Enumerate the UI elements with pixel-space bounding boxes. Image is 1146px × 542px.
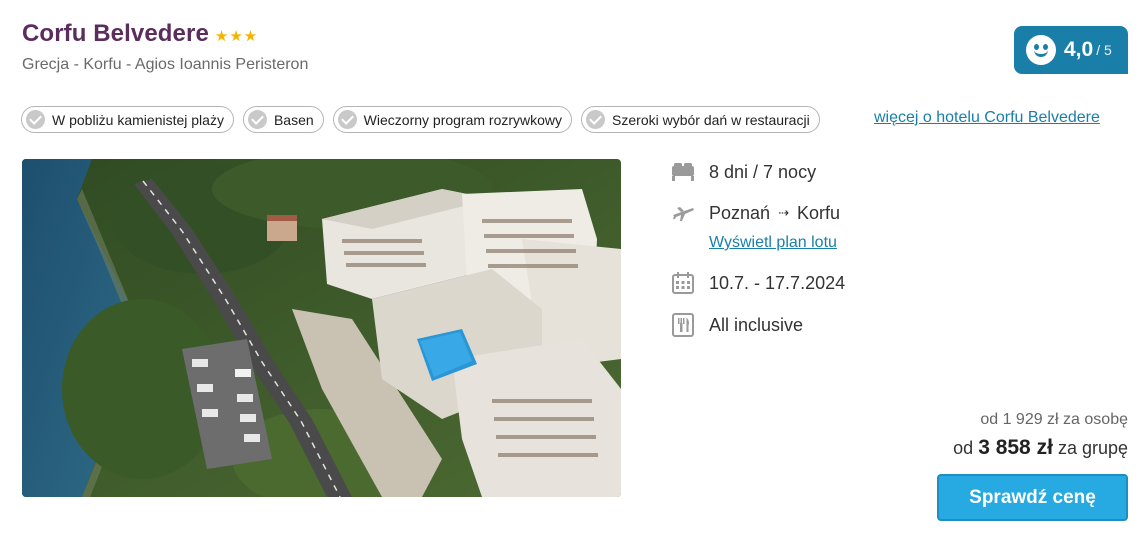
smiley-icon	[1026, 35, 1056, 65]
check-icon	[247, 110, 267, 129]
check-icon	[586, 110, 606, 129]
price-group-amount: 3 858 zł	[978, 436, 1053, 459]
hotel-name[interactable]: Corfu Belvedere	[22, 20, 209, 48]
more-about-hotel-link[interactable]: więcej o hotelu Corfu Belvedere	[874, 109, 1100, 127]
star-icon: ★	[214, 27, 229, 45]
check-icon	[337, 110, 357, 129]
plane-icon	[670, 201, 696, 225]
duration-row: 8 dni / 7 nocy	[670, 160, 816, 184]
amenity-tag: Szeroki wybór dań w restauracji	[581, 106, 820, 133]
amenity-tag: Basen	[242, 106, 324, 133]
hotel-location: Grecja - Korfu - Agios Ioannis Peristero…	[22, 56, 309, 73]
dotted-arrow-icon: ⇢	[778, 205, 789, 220]
flight-plan-link[interactable]: Wyświetl plan lotu	[709, 234, 837, 252]
amenity-tag-label: Wieczorny program rozrywkowy	[363, 111, 563, 128]
price-per-person: od 1 929 zł za osobę	[980, 411, 1128, 428]
star-icon: ★	[243, 27, 258, 45]
amenity-tag-label: Szeroki wybór dań w restauracji	[612, 111, 810, 128]
board-type: All inclusive	[709, 314, 804, 335]
star-icon: ★	[229, 27, 243, 45]
hotel-photo[interactable]	[22, 159, 621, 497]
price-group-prefix: od	[953, 438, 974, 458]
amenity-tag-label: Basen	[273, 111, 314, 128]
check-icon	[26, 110, 45, 129]
rating-value: 4,0	[1064, 38, 1094, 61]
departure-city: Poznań	[709, 202, 771, 223]
trip-dates: 10.7. - 17.7.2024	[709, 272, 846, 293]
hotel-stars: ★ ★ ★	[215, 29, 257, 44]
amenity-tag: Wieczorny program rozrywkowy	[332, 106, 573, 133]
amenity-tags: W pobliżu kamienistej plaży Basen Wieczo…	[21, 106, 820, 133]
amenity-tag-label: W pobliżu kamienistej plaży	[52, 111, 224, 128]
rating-badge[interactable]: 4,0 / 5	[1014, 26, 1128, 74]
calendar-icon	[670, 271, 696, 295]
check-price-button[interactable]: Sprawdź cenę	[937, 474, 1128, 521]
price-group-suffix: za grupę	[1057, 438, 1128, 458]
hotel-title-row: Corfu Belvedere ★ ★ ★	[22, 20, 257, 48]
amenity-tag: W pobliżu kamienistej plaży	[21, 106, 234, 133]
board-row: All inclusive	[670, 313, 803, 337]
cutlery-icon	[670, 313, 696, 337]
trip-duration: 8 dni / 7 nocy	[709, 161, 817, 182]
price-group: od 3 858 zł za grupę	[953, 436, 1128, 460]
dates-row: 10.7. - 17.7.2024	[670, 271, 845, 295]
destination-city: Korfu	[796, 202, 840, 223]
flight-row: Poznań ⇢ Korfu	[670, 201, 840, 225]
bed-icon	[670, 160, 696, 184]
rating-max: / 5	[1096, 42, 1112, 58]
